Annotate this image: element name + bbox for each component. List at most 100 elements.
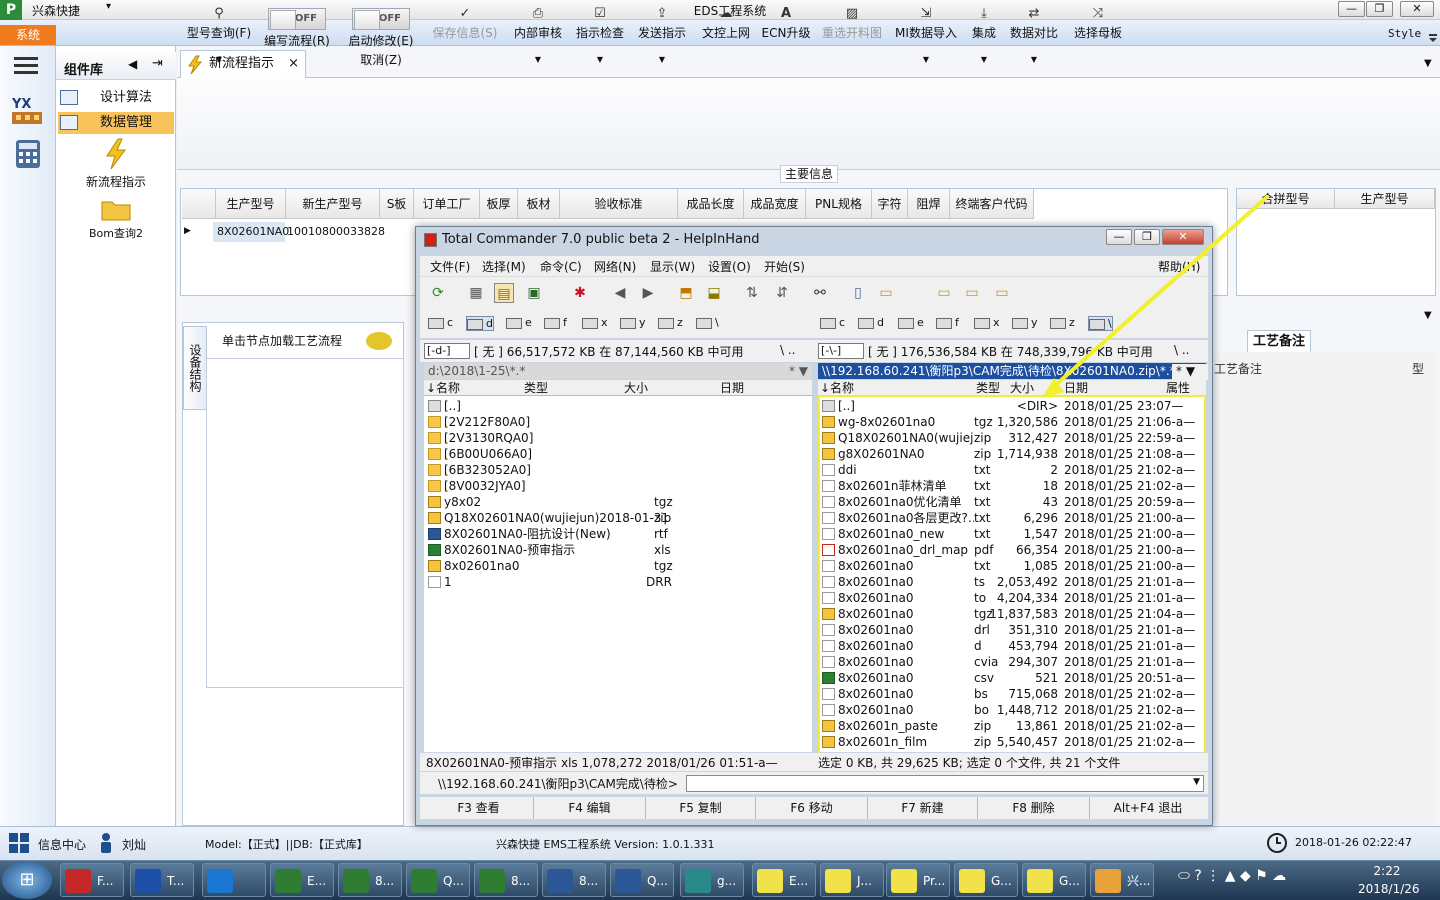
- unpack-icon[interactable]: ⬓: [704, 283, 724, 303]
- col-type[interactable]: 类型: [524, 380, 548, 396]
- tab-list-dropdown-icon[interactable]: ▼: [1424, 58, 1432, 69]
- left-drive-e[interactable]: e: [506, 316, 532, 329]
- right-path-bar[interactable]: \\192.168.60.241\衡阳p3\CAM完成\待检\8X02601NA…: [818, 363, 1206, 379]
- taskbar-app-button[interactable]: Q...: [406, 863, 470, 897]
- tab-equipment-structure[interactable]: 设备结构: [183, 326, 207, 410]
- left-file-row[interactable]: 8X02601NA0-阻抗设计(New) rtf: [426, 526, 810, 542]
- right-history-icon[interactable]: * ▼: [1172, 364, 1208, 380]
- invert-selection-icon[interactable]: ✱: [570, 283, 590, 303]
- left-file-row[interactable]: y8x02 tgz: [426, 494, 810, 510]
- left-file-row[interactable]: 8X02601NA0-预审指示 xls: [426, 542, 810, 558]
- col-date[interactable]: 日期: [1064, 380, 1088, 396]
- grid-header[interactable]: 板材: [518, 189, 560, 219]
- reselect-cut-map-button[interactable]: ▨ 重选开料图: [818, 6, 886, 92]
- integrate-button[interactable]: ⤓ 集成 ▼: [966, 6, 1002, 92]
- taskbar-app-button[interactable]: G...: [1022, 863, 1086, 897]
- left-path-bar[interactable]: d:\2018\1-25\*.* * ▼: [424, 363, 812, 379]
- grid-cell[interactable]: 10010800033828: [283, 222, 413, 242]
- panel-dropdown-icon[interactable]: ▼: [1424, 310, 1432, 321]
- grid-header[interactable]: S板: [380, 189, 414, 219]
- full-view-icon[interactable]: ▤: [494, 283, 514, 303]
- component-item-design-algorithm[interactable]: 设计算法: [58, 87, 174, 109]
- folder-open-icon[interactable]: ▭: [934, 283, 954, 303]
- left-file-row[interactable]: 8x02601na0 tgz: [426, 558, 810, 574]
- right-drive-c[interactable]: c: [820, 316, 845, 329]
- grid-cell[interactable]: 8X02601NA0: [213, 222, 289, 242]
- f7-newfolder-button[interactable]: F7 新建: [868, 797, 978, 819]
- command-line-input[interactable]: ▼: [686, 775, 1204, 792]
- tc-menu-start[interactable]: 开始(S): [764, 258, 805, 275]
- left-root-button[interactable]: \ ..: [780, 343, 796, 357]
- left-file-row[interactable]: [2V212F80A0]: [426, 414, 810, 430]
- taskbar-app-button[interactable]: 8...: [542, 863, 606, 897]
- grid-header[interactable]: 板厚: [480, 189, 518, 219]
- f3-view-button[interactable]: F3 查看: [424, 797, 534, 819]
- forward-icon[interactable]: ▶: [638, 283, 658, 303]
- bom-query-item[interactable]: Bom查询2: [58, 196, 174, 241]
- tc-close-button[interactable]: ✕: [1162, 229, 1204, 245]
- left-drive-c[interactable]: c: [428, 316, 453, 329]
- toggle-switch[interactable]: OFF: [352, 8, 410, 30]
- right-drive-e[interactable]: e: [898, 316, 924, 329]
- tc-menu-file[interactable]: 文件(F): [430, 258, 470, 275]
- taskbar-app-button[interactable]: F...: [60, 863, 124, 897]
- left-history-icon[interactable]: * ▼: [789, 363, 808, 379]
- info-center-link[interactable]: 信息中心: [38, 836, 86, 853]
- new-flow-item[interactable]: 新流程指示: [58, 138, 174, 190]
- left-drive-d[interactable]: d: [466, 316, 494, 331]
- taskbar-time[interactable]: 2:22: [1360, 864, 1414, 878]
- taskbar-app-button[interactable]: T...: [130, 863, 194, 897]
- right-drive-d[interactable]: d: [858, 316, 884, 329]
- left-file-row[interactable]: Q18X02601NA0(wujiejun)2018-01-31 zip: [426, 510, 810, 526]
- grid-header[interactable]: 订单工厂: [414, 189, 480, 219]
- taskbar-app-button[interactable]: 8...: [338, 863, 402, 897]
- left-file-row[interactable]: [6B323052A0]: [426, 462, 810, 478]
- left-file-pane[interactable]: [..] [2V212F80A0] [2V3130RQA0] [6B00U066A0]…: [424, 396, 812, 752]
- col-attr[interactable]: 属性: [1166, 380, 1190, 396]
- col-size[interactable]: 大小: [624, 380, 648, 396]
- grid-header[interactable]: 阻焊: [908, 189, 950, 219]
- grid-header[interactable]: 成品长度: [678, 189, 744, 219]
- multi-rename-icon[interactable]: ▯: [848, 283, 868, 303]
- col-type[interactable]: 类型: [976, 380, 1000, 396]
- pack-icon[interactable]: ⬒: [676, 283, 696, 303]
- tc-minimize-button[interactable]: —: [1106, 229, 1132, 245]
- left-drive-f[interactable]: f: [544, 316, 567, 329]
- f8-delete-button[interactable]: F8 删除: [978, 797, 1090, 819]
- find-icon[interactable]: ⚯: [810, 283, 830, 303]
- tc-maximize-button[interactable]: ❐: [1134, 229, 1160, 245]
- tc-menu-command[interactable]: 命令(C): [540, 258, 582, 275]
- left-file-row[interactable]: [6B00U066A0]: [426, 446, 810, 462]
- taskbar-app-button[interactable]: Q...: [610, 863, 674, 897]
- folder-compare-icon[interactable]: ▭: [992, 283, 1012, 303]
- taskbar-app-button[interactable]: Pr...: [886, 863, 950, 897]
- folder-tool-icon[interactable]: ▭: [876, 283, 896, 303]
- grid-header[interactable]: PNL规格: [806, 189, 872, 219]
- right-drive-f[interactable]: f: [936, 316, 959, 329]
- taskbar-app-button[interactable]: 8...: [474, 863, 538, 897]
- taskbar-app-button[interactable]: 兴...: [1090, 863, 1154, 897]
- yx-factory-icon[interactable]: YX: [8, 94, 48, 130]
- pin-icon[interactable]: ⇥: [152, 56, 163, 71]
- right-root-button[interactable]: \ ..: [1174, 343, 1190, 357]
- right-drive-z[interactable]: z: [1050, 316, 1075, 329]
- url-icon[interactable]: ⇵: [772, 283, 792, 303]
- grid-header[interactable]: 生产型号: [216, 189, 286, 219]
- grid-header[interactable]: 终端客户代码: [950, 189, 1034, 219]
- left-file-row[interactable]: [8V0032JYA0]: [426, 478, 810, 494]
- thumbnail-view-icon[interactable]: ▣: [524, 283, 544, 303]
- tc-menu-help[interactable]: 帮助(H): [1158, 258, 1200, 275]
- data-compare-button[interactable]: ⇄ 数据对比 ▼: [1008, 6, 1060, 92]
- f5-copy-button[interactable]: F5 复制: [646, 797, 756, 819]
- tc-menu-settings[interactable]: 设置(O): [708, 258, 751, 275]
- right-grid-header[interactable]: 生产型号: [1335, 189, 1435, 209]
- instruction-check-button[interactable]: ☑ 指示检查 ▼: [572, 6, 628, 92]
- tc-menu-network[interactable]: 网络(N): [594, 258, 636, 275]
- collapse-left-icon[interactable]: ◀: [128, 57, 137, 71]
- left-drive-network[interactable]: \: [696, 316, 719, 329]
- taskbar-app-button[interactable]: J...: [820, 863, 884, 897]
- right-drive-select[interactable]: [-\-]: [818, 343, 864, 359]
- altf4-exit-button[interactable]: Alt+F4 退出: [1090, 797, 1206, 819]
- taskbar-app-button[interactable]: g...: [680, 863, 744, 897]
- folder-sync-icon[interactable]: ▭: [962, 283, 982, 303]
